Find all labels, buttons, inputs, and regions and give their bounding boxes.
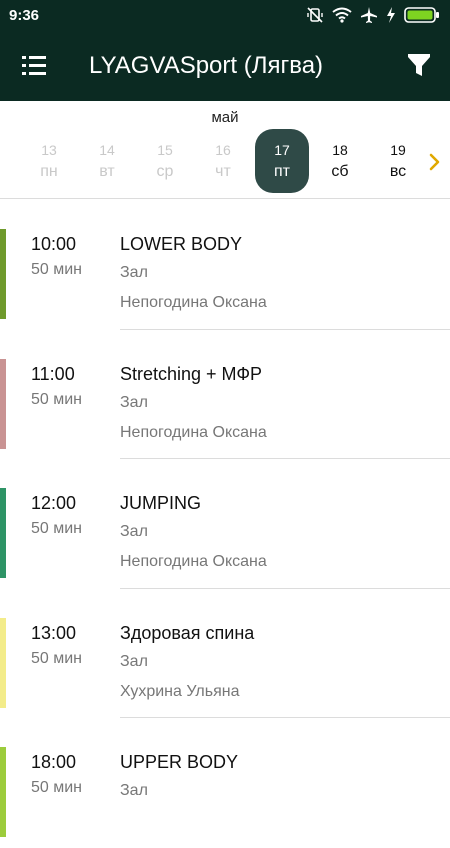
- day-17-selected[interactable]: 17 пт: [255, 129, 309, 193]
- class-room: Зал: [120, 264, 148, 281]
- class-color-bar: [0, 358, 6, 449]
- day-18[interactable]: 18 сб: [313, 129, 367, 193]
- class-item[interactable]: 18:00 50 мин UPPER BODY Зал: [0, 718, 450, 848]
- chevron-right-icon: [426, 153, 444, 177]
- class-room: Зал: [120, 393, 148, 411]
- class-duration: 50 мин: [31, 779, 83, 796]
- class-time: 12:00: [31, 493, 77, 513]
- class-item[interactable]: 11:00 50 мин Stretching + МФР Зал Непого…: [0, 330, 450, 459]
- class-trainer: Непогодина Оксана: [120, 294, 267, 311]
- class-time: 11:00: [31, 363, 75, 384]
- class-time: 13:00: [31, 622, 77, 643]
- menu-icon: [18, 56, 50, 85]
- day-number: 18: [332, 142, 348, 158]
- class-duration: 50 мин: [31, 520, 83, 537]
- class-duration: 50 мин: [31, 649, 83, 667]
- class-time: 18:00: [31, 752, 77, 772]
- class-title: JUMPING: [120, 493, 201, 513]
- day-14[interactable]: 14 вт: [80, 129, 134, 193]
- status-icons: [306, 6, 440, 24]
- day-number: 13: [41, 142, 57, 158]
- date-selector: май 13 пн 14 вт 15 ср 16 чт 17 пт 18 сб …: [0, 101, 450, 199]
- battery-icon: [404, 6, 440, 24]
- class-item[interactable]: 13:00 50 мин Здоровая спина Зал Хухрина …: [0, 589, 450, 718]
- day-number: 17: [274, 142, 290, 158]
- status-bar: 9:36: [0, 0, 450, 30]
- wifi-icon: [332, 7, 352, 23]
- class-room: Зал: [120, 523, 148, 540]
- day-weekday: сб: [331, 163, 349, 180]
- charging-icon: [386, 7, 396, 23]
- app-bar: LYAGVASport (Лягва): [0, 30, 450, 101]
- class-room: Зал: [120, 782, 148, 799]
- class-trainer: Непогодина Оксана: [120, 553, 267, 570]
- day-weekday: ср: [156, 163, 174, 180]
- class-title: LOWER BODY: [120, 234, 243, 254]
- status-time: 9:36: [9, 7, 40, 24]
- day-number: 14: [99, 142, 115, 158]
- day-weekday: пн: [40, 163, 58, 180]
- day-13[interactable]: 13 пн: [22, 129, 76, 193]
- day-weekday: чт: [215, 163, 231, 180]
- day-number: 16: [215, 142, 231, 158]
- day-weekday: вс: [389, 163, 407, 180]
- next-week-button[interactable]: [426, 151, 444, 173]
- month-label: май: [211, 109, 239, 126]
- filter-icon: [404, 54, 434, 84]
- airplane-icon: [360, 6, 378, 24]
- class-title: Здоровая спина: [120, 622, 255, 643]
- class-color-bar: [0, 617, 6, 708]
- class-duration: 50 мин: [31, 261, 83, 278]
- class-trainer: Хухрина Ульяна: [120, 682, 240, 700]
- day-number: 15: [157, 142, 173, 158]
- class-time: 10:00: [31, 234, 77, 254]
- class-room: Зал: [120, 652, 148, 670]
- class-duration: 50 мин: [31, 390, 83, 408]
- class-color-bar: [0, 229, 6, 319]
- day-number: 19: [390, 142, 406, 158]
- class-list: 10:00 50 мин LOWER BODY Зал Непогодина О…: [0, 200, 450, 848]
- class-item[interactable]: 10:00 50 мин LOWER BODY Зал Непогодина О…: [0, 200, 450, 330]
- no-vibrate-icon: [306, 6, 324, 24]
- day-16[interactable]: 16 чт: [196, 129, 250, 193]
- class-title: Stretching + МФР: [120, 363, 263, 384]
- class-color-bar: [0, 747, 6, 837]
- app-title: LYAGVASport (Лягва): [89, 52, 324, 79]
- class-item[interactable]: 12:00 50 мин JUMPING Зал Непогодина Окса…: [0, 459, 450, 589]
- class-trainer: Непогодина Оксана: [120, 423, 267, 441]
- day-weekday: пт: [274, 163, 290, 180]
- day-weekday: вт: [99, 163, 115, 180]
- day-15[interactable]: 15 ср: [138, 129, 192, 193]
- class-title: UPPER BODY: [120, 752, 239, 772]
- day-19[interactable]: 19 вс: [371, 129, 425, 193]
- filter-button[interactable]: [404, 50, 434, 80]
- class-color-bar: [0, 488, 6, 578]
- menu-button[interactable]: [18, 51, 50, 81]
